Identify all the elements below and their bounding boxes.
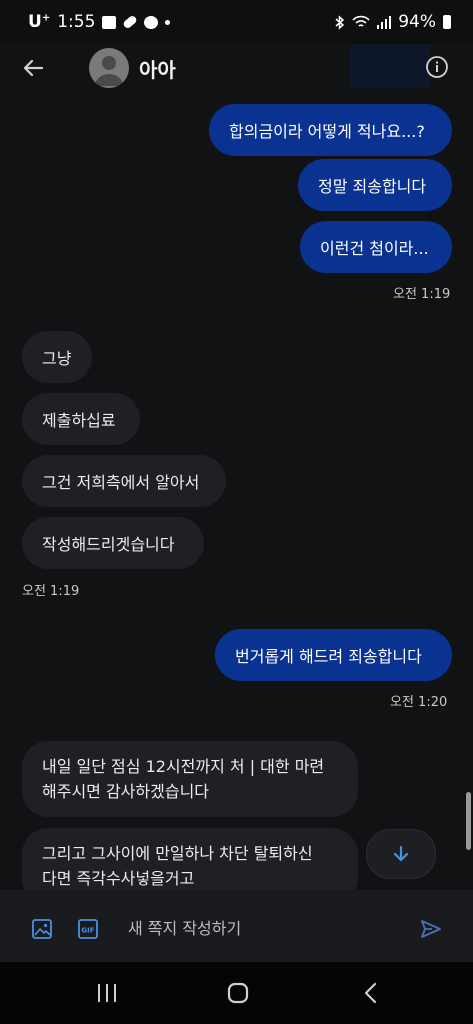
carrier-label: U+ [28, 12, 51, 32]
capsule-icon [122, 14, 139, 30]
avatar[interactable] [89, 48, 129, 88]
recent-apps-icon[interactable] [95, 983, 119, 1003]
message-bubble-outgoing[interactable]: 번거롭게 해드려 죄송합니다 [215, 629, 452, 681]
dot-icon [165, 19, 171, 25]
message-timestamp: 오전 1:19 [22, 584, 80, 599]
message-text: 정말 죄송합니다 [318, 177, 427, 196]
message-timestamp: 오전 1:19 [393, 287, 451, 302]
message-text: 작성해드리겟습니다 [42, 535, 175, 554]
message-timestamp: 오전 1:20 [390, 695, 448, 710]
message-text: 제출하십료 [42, 411, 116, 430]
message-bubble-outgoing[interactable]: 정말 죄송합니다 [298, 159, 452, 211]
message-bubble-incoming[interactable]: 제출하십료 [22, 393, 140, 445]
message-text-line: 그리고 그사이에 만일하나 차단 탈퇴하신 [42, 844, 313, 863]
battery-percent: 94% [398, 12, 436, 32]
message-text-line: 내일 일단 점심 12시전까지 처 | 대한 마련 [42, 757, 325, 776]
message-input[interactable] [128, 914, 398, 942]
status-time: 1:55 [57, 12, 96, 32]
arrow-left-icon[interactable] [20, 55, 46, 81]
scrollbar-thumb[interactable] [466, 792, 471, 850]
wifi-icon [352, 15, 370, 27]
scroll-to-bottom-button[interactable] [366, 829, 436, 879]
image-icon [102, 15, 117, 29]
message-bubble-incoming[interactable]: 그리고 그사이에 만일하나 차단 탈퇴하신 다면 즉각수사넣을거고 [22, 828, 358, 890]
image-icon[interactable] [31, 918, 53, 940]
message-text: 번거롭게 해드려 죄송합니다 [235, 647, 422, 666]
home-icon[interactable] [226, 981, 250, 1005]
facebook-icon [144, 15, 159, 29]
message-text-line: 다면 즉각수사넣을거고 [42, 869, 195, 888]
message-bubble-outgoing[interactable]: 합의금이라 어떻게 적나요...? [209, 104, 452, 156]
signal-icon [377, 16, 392, 29]
gif-icon[interactable]: GIF [77, 918, 99, 940]
message-text: 합의금이라 어떻게 적나요...? [229, 122, 425, 141]
svg-text:GIF: GIF [81, 927, 94, 935]
status-right: 94% [335, 12, 451, 32]
message-composer: GIF [0, 890, 473, 962]
arrow-down-icon [393, 845, 409, 862]
bluetooth-icon [335, 14, 345, 30]
info-icon[interactable] [425, 55, 449, 79]
message-bubble-incoming[interactable]: 내일 일단 점심 12시전까지 처 | 대한 마련 해주시면 감사하겠습니다 [22, 741, 358, 817]
chat-header: 아아 [0, 44, 473, 92]
battery-icon [443, 15, 451, 29]
system-navigation-bar [0, 962, 473, 1024]
message-list[interactable]: 합의금이라 어떻게 적나요...? 정말 죄송합니다 이런건 첨이라... 오전… [0, 92, 473, 890]
status-left: U+ 1:55 [28, 12, 171, 32]
person-icon [95, 56, 123, 86]
message-bubble-incoming[interactable]: 그건 저희측에서 알아서 [22, 455, 226, 507]
message-text-line: 해주시면 감사하겠습니다 [42, 782, 210, 801]
message-text: 그건 저희측에서 알아서 [42, 473, 200, 492]
back-icon[interactable] [359, 981, 383, 1005]
message-bubble-outgoing[interactable]: 이런건 첨이라... [300, 221, 452, 273]
send-icon[interactable] [419, 917, 443, 941]
message-text: 그냥 [42, 349, 72, 368]
message-text: 이런건 첨이라... [320, 239, 429, 258]
contact-name[interactable]: 아아 [139, 54, 176, 83]
message-bubble-incoming[interactable]: 그냥 [22, 331, 92, 383]
message-bubble-incoming[interactable]: 작성해드리겟습니다 [22, 517, 204, 569]
status-bar: U+ 1:55 94% [0, 0, 473, 44]
header-decoration [350, 44, 430, 88]
